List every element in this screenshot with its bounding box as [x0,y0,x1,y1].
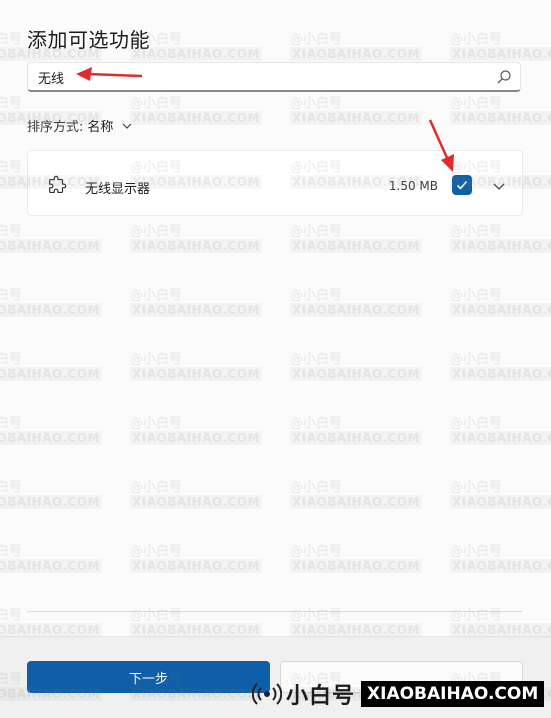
chevron-down-icon[interactable] [492,179,506,193]
search-field[interactable]: 无线 [27,62,521,92]
add-optional-feature-dialog: 添加可选功能 无线 排序方式: 名称 无线显示器 1.50 MB 下一步 [0,0,551,718]
feature-size: 1.50 MB [388,179,438,193]
dialog-title: 添加可选功能 [27,28,150,52]
divider [27,611,523,612]
broadcast-icon [252,683,282,705]
chevron-down-icon[interactable] [121,120,133,132]
feature-checkbox[interactable] [452,175,472,195]
brand-domain: XIAOBAIHAO.COM [361,681,545,707]
next-button[interactable]: 下一步 [27,661,270,693]
puzzle-icon [49,175,67,194]
feature-list: 无线显示器 1.50 MB [27,150,523,216]
search-icon[interactable] [496,69,512,85]
sort-label: 排序方式: [27,120,84,135]
checkmark-icon [456,180,468,190]
search-input[interactable]: 无线 [38,68,64,87]
sort-value[interactable]: 名称 [87,116,113,135]
sort-dropdown[interactable]: 排序方式: 名称 [27,116,133,135]
feature-name: 无线显示器 [85,182,151,197]
brand-name: 小白号 [286,684,356,709]
brand-watermark: 小白号 XIAOBAIHAO.COM [252,676,551,712]
